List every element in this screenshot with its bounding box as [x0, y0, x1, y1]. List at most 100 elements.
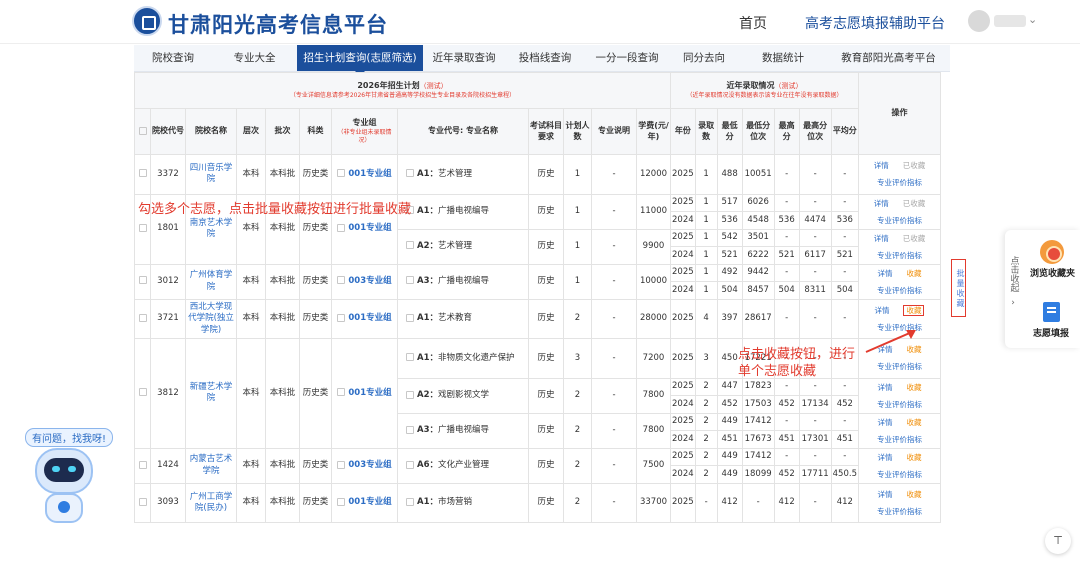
group-checkbox[interactable] — [337, 169, 346, 178]
volunteer-fill-label[interactable]: 志愿填报 — [1033, 326, 1069, 339]
group-link[interactable]: 001专业组 — [348, 169, 391, 179]
group-checkbox[interactable] — [337, 276, 346, 285]
major-cell[interactable]: A2：戏剧影视文学 — [397, 377, 529, 414]
eval-link[interactable]: 专业评价指标 — [860, 282, 939, 299]
row-select-cell[interactable] — [134, 298, 151, 340]
school-name-link[interactable]: 四川音乐学院 — [185, 154, 237, 195]
group-checkbox[interactable] — [337, 497, 346, 506]
user-avatar[interactable] — [968, 10, 990, 32]
collect-button[interactable]: 收藏 — [906, 383, 921, 392]
major-group[interactable]: 001专业组 — [331, 298, 398, 340]
eval-link[interactable]: 专业评价指标 — [860, 358, 939, 375]
tab-plan-query[interactable]: 招生计划查询(志愿筛选) — [297, 45, 423, 76]
major-group[interactable]: 001专业组 — [331, 154, 398, 195]
row-checkbox[interactable] — [138, 169, 147, 178]
collected-label[interactable]: 已收藏 — [903, 161, 926, 170]
select-all-checkbox[interactable] — [138, 126, 147, 135]
detail-link[interactable]: 详情 — [874, 157, 889, 174]
major-checkbox[interactable] — [406, 313, 414, 322]
collected-label[interactable]: 已收藏 — [903, 199, 926, 208]
row-select-cell[interactable] — [134, 338, 151, 449]
detail-link[interactable]: 详情 — [877, 414, 892, 431]
major-cell[interactable]: A1：艺术教育 — [397, 298, 529, 340]
group-link[interactable]: 001专业组 — [348, 313, 391, 323]
row-select-cell[interactable] — [134, 447, 151, 484]
school-name-link[interactable]: 西北大学现代学院(独立学院) — [185, 298, 237, 340]
tab-statistics[interactable]: 数据统计 — [739, 45, 827, 71]
row-checkbox[interactable] — [138, 497, 147, 506]
collect-button[interactable]: 收藏 — [906, 418, 921, 427]
major-cell[interactable]: A3：广播电视编导 — [397, 263, 529, 300]
major-checkbox[interactable] — [406, 497, 414, 506]
major-cell[interactable]: A1：非物质文化遗产保护 — [397, 338, 529, 379]
school-name-link[interactable]: 广州体育学院 — [185, 263, 237, 300]
group-checkbox[interactable] — [337, 460, 346, 469]
row-checkbox[interactable] — [138, 276, 147, 285]
group-link[interactable]: 001专业组 — [348, 497, 391, 507]
collect-button[interactable]: 收藏 — [906, 453, 921, 462]
select-all-header[interactable] — [134, 108, 151, 155]
detail-link[interactable]: 详情 — [874, 302, 889, 319]
major-group[interactable]: 001专业组 — [331, 338, 398, 449]
major-cell[interactable]: A6：文化产业管理 — [397, 447, 529, 484]
major-checkbox[interactable] — [406, 169, 414, 178]
row-checkbox[interactable] — [138, 223, 147, 232]
detail-link[interactable]: 详情 — [874, 195, 889, 212]
major-group[interactable]: 003专业组 — [331, 447, 398, 484]
eval-link[interactable]: 专业评价指标 — [860, 212, 939, 229]
major-checkbox[interactable] — [406, 276, 414, 285]
collected-label[interactable]: 已收藏 — [903, 234, 926, 243]
favorites-icon[interactable] — [1040, 240, 1064, 264]
back-to-top-button[interactable]: ⊤ — [1045, 528, 1071, 554]
detail-link[interactable]: 详情 — [874, 230, 889, 247]
eval-link[interactable]: 专业评价指标 — [860, 466, 939, 483]
tab-school-search[interactable]: 院校查询 — [134, 45, 212, 71]
detail-link[interactable]: 详情 — [877, 379, 892, 396]
chevron-down-icon[interactable]: ⌄ — [1028, 13, 1037, 26]
row-select-cell[interactable] — [134, 482, 151, 524]
nav-home-link[interactable]: 首页 — [739, 13, 767, 33]
eval-link[interactable]: 专业评价指标 — [860, 396, 939, 413]
eval-link[interactable]: 专业评价指标 — [860, 174, 939, 191]
tab-cutoff-line[interactable]: 投档线查询 — [505, 45, 585, 71]
eval-link[interactable]: 专业评价指标 — [860, 247, 939, 264]
tab-admission-history[interactable]: 近年录取查询 — [423, 45, 505, 71]
side-collapse-toggle[interactable]: 点击收起 › — [1005, 256, 1021, 310]
major-cell[interactable]: A3：广播电视编导 — [397, 412, 529, 449]
collect-button[interactable]: 收藏 — [906, 490, 921, 499]
nav-assist-link[interactable]: 高考志愿填报辅助平台 — [805, 13, 945, 33]
detail-link[interactable]: 详情 — [877, 449, 892, 466]
collect-button[interactable]: 收藏 — [903, 304, 925, 316]
group-link[interactable]: 001专业组 — [348, 388, 391, 398]
major-cell[interactable]: A1：艺术管理 — [397, 154, 529, 195]
detail-link[interactable]: 详情 — [877, 486, 892, 503]
eval-link[interactable]: 专业评价指标 — [860, 503, 939, 520]
collect-button[interactable]: 收藏 — [906, 269, 921, 278]
group-link[interactable]: 003专业组 — [348, 276, 391, 286]
major-group[interactable]: 001专业组 — [331, 482, 398, 524]
help-bubble[interactable]: 有问题，找我呀! — [25, 428, 114, 447]
site-title[interactable]: 甘肃阳光高考信息平台 — [168, 9, 388, 39]
detail-link[interactable]: 详情 — [877, 265, 892, 282]
major-checkbox[interactable] — [406, 353, 414, 362]
row-checkbox[interactable] — [138, 313, 147, 322]
major-checkbox[interactable] — [406, 425, 414, 434]
major-cell[interactable]: A2：艺术管理 — [397, 228, 529, 265]
tab-same-score[interactable]: 同分去向 — [669, 45, 739, 71]
school-name-link[interactable]: 内蒙古艺术学院 — [185, 447, 237, 484]
school-name-link[interactable]: 新疆艺术学院 — [185, 338, 237, 449]
major-cell[interactable]: A1：市场营销 — [397, 482, 529, 524]
row-checkbox[interactable] — [138, 460, 147, 469]
major-group[interactable]: 003专业组 — [331, 263, 398, 300]
major-checkbox[interactable] — [406, 390, 414, 399]
tab-moe-platform[interactable]: 教育部阳光高考平台 — [827, 45, 950, 71]
group-checkbox[interactable] — [337, 313, 346, 322]
volunteer-fill-icon[interactable] — [1043, 302, 1060, 322]
eval-link[interactable]: 专业评价指标 — [860, 431, 939, 448]
group-link[interactable]: 003专业组 — [348, 460, 391, 470]
major-checkbox[interactable] — [406, 241, 414, 250]
row-checkbox[interactable] — [138, 388, 147, 397]
group-checkbox[interactable] — [337, 388, 346, 397]
group-checkbox[interactable] — [337, 223, 346, 232]
group-link[interactable]: 001专业组 — [348, 223, 391, 233]
